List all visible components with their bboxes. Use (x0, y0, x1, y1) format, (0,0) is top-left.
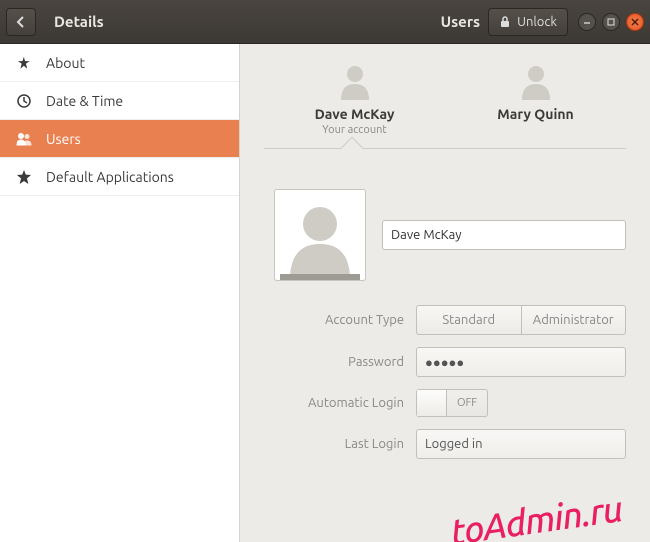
sidebar-item-default-apps[interactable]: Default Applications (0, 158, 239, 196)
last-login-field[interactable]: Logged in (416, 429, 626, 459)
unlock-button[interactable]: Unlock (488, 8, 568, 36)
user-tab-1[interactable]: Mary Quinn (445, 60, 626, 146)
automatic-login-label: Automatic Login (264, 396, 404, 410)
clock-icon (16, 93, 32, 109)
user-tab-subtitle: Your account (264, 124, 445, 136)
user-tab-name: Mary Quinn (445, 106, 626, 122)
sidebar-item-label: Date & Time (46, 93, 123, 109)
watermark: toAdmin.ru (448, 487, 624, 542)
avatar-icon (335, 60, 375, 100)
account-type-standard[interactable]: Standard (416, 305, 521, 335)
account-type-administrator[interactable]: Administrator (521, 305, 627, 335)
window-controls (578, 13, 644, 31)
users-icon (16, 131, 32, 147)
titlebar: Details Users Unlock (0, 0, 650, 44)
lock-icon (499, 16, 511, 28)
user-tab-name: Dave McKay (264, 106, 445, 122)
user-tabs: Dave McKay Your account Mary Quinn (264, 60, 626, 146)
avatar-picker[interactable] (274, 189, 366, 281)
automatic-login-switch[interactable]: OFF (416, 389, 488, 417)
unlock-button-label: Unlock (517, 15, 557, 29)
password-label: Password (264, 355, 404, 369)
back-button[interactable] (6, 8, 36, 36)
close-button[interactable] (626, 13, 644, 31)
star-icon (16, 169, 32, 185)
avatar-placeholder-icon (280, 196, 360, 280)
content-pane: Dave McKay Your account Mary Quinn (240, 44, 650, 542)
maximize-button[interactable] (602, 13, 620, 31)
chevron-left-icon (16, 16, 26, 28)
switch-state-label: OFF (447, 397, 487, 409)
plus-icon (16, 55, 32, 71)
sidebar-item-label: About (46, 55, 85, 71)
sidebar-item-users[interactable]: Users (0, 120, 239, 158)
tab-divider (264, 148, 626, 149)
user-tab-0[interactable]: Dave McKay Your account (264, 60, 445, 146)
account-type-segmented[interactable]: Standard Administrator (416, 305, 626, 335)
last-login-label: Last Login (264, 437, 404, 451)
user-details: Account Type Standard Administrator Pass… (264, 189, 626, 459)
sidebar-item-label: Users (46, 131, 81, 147)
sidebar-item-label: Default Applications (46, 169, 174, 185)
sidebar: About Date & Time Users Default Applicat… (0, 44, 240, 542)
minimize-button[interactable] (578, 13, 596, 31)
switch-knob (417, 390, 447, 416)
window-title: Details (54, 13, 104, 30)
sidebar-item-datetime[interactable]: Date & Time (0, 82, 239, 120)
sidebar-item-about[interactable]: About (0, 44, 239, 82)
full-name-input[interactable] (382, 220, 626, 250)
avatar-icon (516, 60, 556, 100)
account-type-label: Account Type (264, 313, 404, 327)
panel-title: Users (441, 13, 480, 30)
password-field[interactable]: ●●●●● (416, 347, 626, 377)
